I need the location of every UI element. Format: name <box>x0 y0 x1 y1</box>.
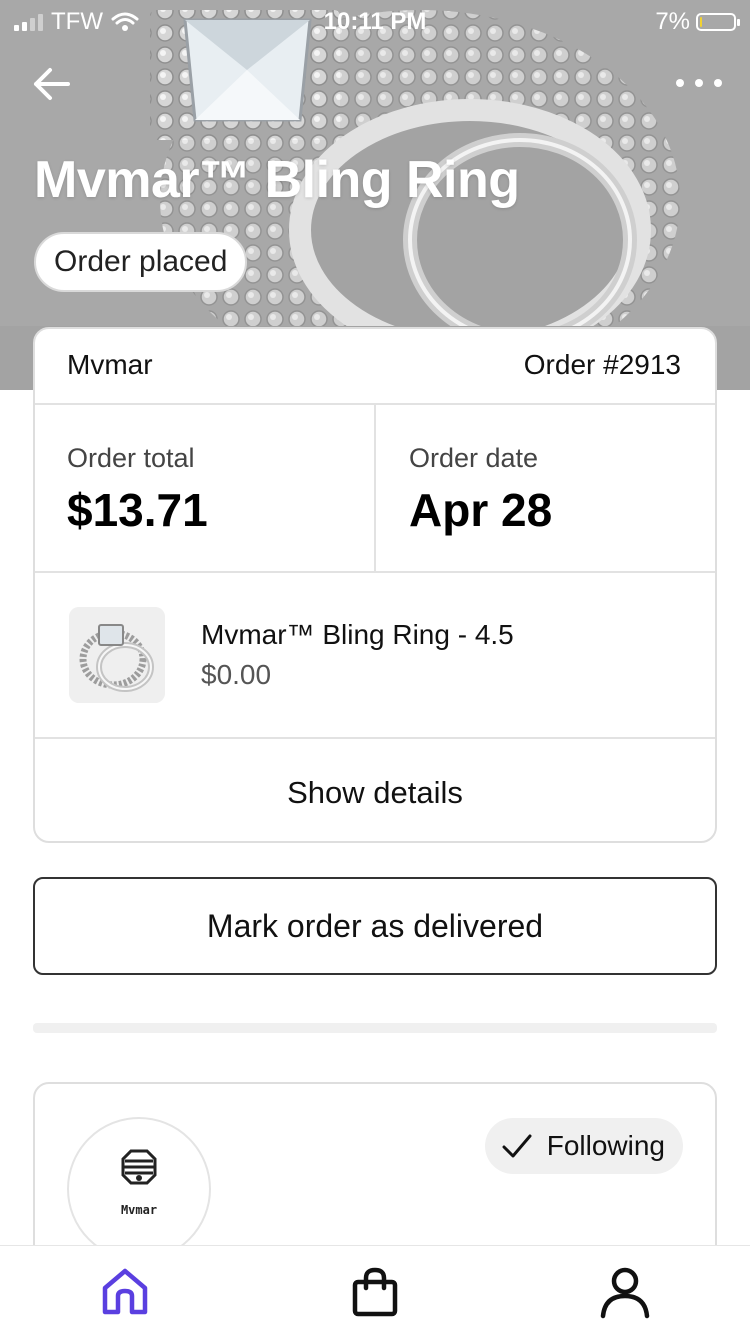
battery-icon <box>696 13 740 31</box>
arrow-left-icon <box>34 68 70 100</box>
beehive-logo-icon <box>121 1149 157 1185</box>
order-date: Order date Apr 28 <box>374 405 715 571</box>
order-total-value: $13.71 <box>67 484 208 536</box>
show-details-button[interactable]: Show details <box>35 739 715 841</box>
battery-level <box>700 17 702 27</box>
item-name: Mvmar™ Bling Ring - 4.5 <box>201 619 514 650</box>
tab-bar <box>0 1245 750 1335</box>
shopping-bag-icon <box>352 1267 398 1317</box>
order-item[interactable]: Mvmar™ Bling Ring - 4.5 $0.00 <box>35 573 715 739</box>
shop-name[interactable]: Mvmar <box>67 349 153 381</box>
order-total-label: Order total <box>67 443 195 473</box>
page-title: Mvmar™ Bling Ring <box>34 151 520 209</box>
order-summary-card: Mvmar Order #2913 Order total $13.71 Ord… <box>33 327 717 843</box>
order-number: Order #2913 <box>523 349 681 380</box>
more-options-button[interactable] <box>676 70 722 96</box>
following-label: Following <box>546 1130 665 1161</box>
more-horizontal-icon <box>676 79 684 87</box>
order-card-header: Mvmar Order #2913 <box>35 329 715 405</box>
clock: 10:11 PM <box>323 8 427 35</box>
battery-percent: 7% <box>655 8 690 35</box>
following-button[interactable]: Following <box>484 1118 683 1174</box>
profile-icon <box>600 1267 650 1319</box>
ring-image <box>69 607 165 703</box>
order-date-value: Apr 28 <box>409 484 553 536</box>
home-icon <box>102 1268 148 1315</box>
back-button[interactable] <box>30 62 74 106</box>
item-price: $0.00 <box>201 659 272 690</box>
order-stats: Order total $13.71 Order date Apr 28 <box>35 405 715 573</box>
status-bar: TFW 10:11 PM 7% <box>0 0 750 40</box>
shop-logo[interactable]: Mvmar <box>67 1117 211 1261</box>
order-status-badge: Order placed <box>34 232 248 292</box>
tab-purchases[interactable] <box>347 1264 403 1320</box>
mark-delivered-button[interactable]: Mark order as delivered <box>33 877 717 975</box>
tab-profile[interactable] <box>597 1264 653 1320</box>
tab-home[interactable] <box>97 1264 153 1320</box>
order-total: Order total $13.71 <box>35 405 374 571</box>
check-icon <box>502 1134 532 1158</box>
item-thumbnail[interactable] <box>69 607 165 703</box>
shop-logo-text: Mvmar <box>120 1203 158 1217</box>
order-date-label: Order date <box>409 443 539 473</box>
section-divider <box>33 1023 717 1033</box>
